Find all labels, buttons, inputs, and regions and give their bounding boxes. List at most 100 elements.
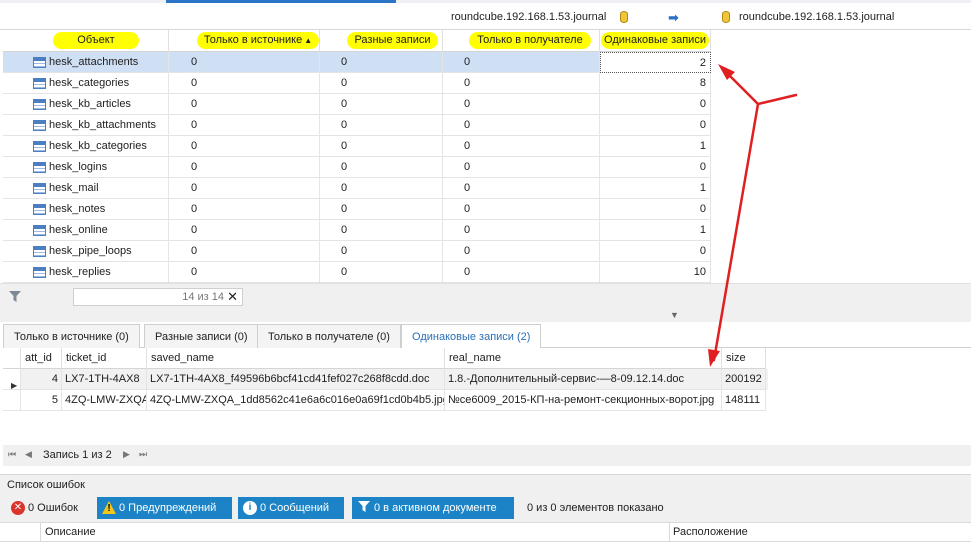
last-record-icon[interactable]: ⏭ — [139, 449, 147, 460]
table-row[interactable]: hesk_kb_categories 0 0 0 1 — [3, 136, 711, 157]
object-name: hesk_pipe_loops — [49, 245, 132, 257]
target-db-name: roundcube.192.168.1.53.journal — [739, 11, 895, 23]
error-list-body — [0, 542, 971, 555]
table-icon — [33, 57, 46, 68]
only-target-cell: 0 — [443, 157, 600, 178]
source-database-icon — [620, 11, 628, 23]
identical-cell: 1 — [600, 178, 711, 199]
col-only-source-text: Только в источнике — [203, 34, 303, 46]
only-target-cell: 0 — [443, 115, 600, 136]
object-name: hesk_replies — [49, 266, 111, 278]
active-document-filter-button[interactable]: 0 в активном документе — [352, 497, 514, 519]
row-indicator-cell[interactable] — [3, 390, 21, 411]
only-source-cell: 0 — [169, 73, 320, 94]
object-name: hesk_mail — [49, 182, 99, 194]
tab-only-source[interactable]: Только в источнике (0) — [3, 324, 140, 348]
filter-input[interactable]: 14 из 14 ✕ — [73, 288, 243, 306]
col-only-source[interactable]: Только в источнике ▲ — [169, 30, 320, 52]
table-row[interactable]: hesk_kb_articles 0 0 0 0 — [3, 94, 711, 115]
col-different[interactable]: Разные записи — [320, 30, 443, 52]
record-navigator: ⏮ ◀ Запись 1 из 2 ▶ ⏭ — [3, 445, 971, 466]
table-row[interactable]: hesk_kb_attachments 0 0 0 0 — [3, 115, 711, 136]
col-identical[interactable]: Одинаковые записи — [600, 30, 711, 52]
row-indicator-header — [3, 348, 21, 369]
object-name: hesk_kb_attachments — [49, 119, 157, 131]
first-record-icon[interactable]: ⏮ — [8, 449, 16, 460]
table-icon — [33, 162, 46, 173]
next-record-icon[interactable]: ▶ — [123, 449, 130, 460]
table-row[interactable]: hesk_categories 0 0 0 8 — [3, 73, 711, 94]
identical-cell: 10 — [600, 262, 711, 283]
att-id-cell: 5 — [21, 390, 62, 411]
collapse-chevron-icon[interactable]: ▼ — [670, 310, 679, 320]
annotation-arrow-to-count — [722, 68, 760, 106]
table-row[interactable]: hesk_logins 0 0 0 0 — [3, 157, 711, 178]
error-list-toolbar: ✕ 0 Ошибок ! 0 Предупреждений i0 Сообщений… — [0, 494, 971, 522]
panel-splitter[interactable]: ▼ — [0, 309, 971, 322]
only-target-cell: 0 — [443, 241, 600, 262]
prev-record-icon[interactable]: ◀ — [25, 449, 32, 460]
tab-only-target[interactable]: Только в получателе (0) — [257, 324, 401, 348]
col-location[interactable]: Расположение — [673, 526, 748, 538]
col-only-source-label: Только в источнике ▲ — [197, 32, 319, 49]
only-source-cell: 0 — [169, 157, 320, 178]
info-icon: i — [243, 501, 257, 515]
object-name: hesk_attachments — [49, 56, 139, 68]
col-ticket-id[interactable]: ticket_id — [62, 348, 147, 369]
table-row[interactable]: hesk_pipe_loops 0 0 0 0 — [3, 241, 711, 262]
only-source-cell: 0 — [169, 262, 320, 283]
col-description[interactable]: Описание — [45, 526, 96, 538]
ticket-id-cell: 4ZQ-LMW-ZXQA — [62, 390, 147, 411]
detail-tabs: Только в источнике (0) Разные записи (0)… — [3, 322, 971, 349]
table-row[interactable]: hesk_mail 0 0 0 1 — [3, 178, 711, 199]
real-name-cell: 1.8.-Дополнительный-сервис-—8-09.12.14.d… — [445, 369, 722, 390]
object-cell: hesk_pipe_loops — [3, 241, 169, 262]
error-list-header: Описание Расположение — [0, 522, 971, 543]
col-size[interactable]: size — [722, 348, 766, 369]
messages-filter-button[interactable]: i0 Сообщений — [238, 497, 344, 519]
tab-identical[interactable]: Одинаковые записи (2) — [401, 324, 542, 349]
size-cell: 200192 — [722, 369, 766, 390]
only-source-cell: 0 — [169, 220, 320, 241]
object-cell: hesk_notes — [3, 199, 169, 220]
error-icon: ✕ — [11, 501, 25, 515]
warnings-filter-button[interactable]: ! 0 Предупреждений — [97, 497, 232, 519]
col-att-id[interactable]: att_id — [21, 348, 62, 369]
col-object[interactable]: Объект — [3, 30, 169, 52]
errors-filter-button[interactable]: ✕ 0 Ошибок — [6, 497, 84, 519]
table-row[interactable]: hesk_attachments 0 0 0 2 — [3, 52, 711, 73]
different-cell: 0 — [320, 157, 443, 178]
active-document-filter-label: 0 в активном документе — [374, 502, 497, 514]
object-cell: hesk_kb_categories — [3, 136, 169, 157]
object-cell: hesk_kb_attachments — [3, 115, 169, 136]
filter-icon[interactable] — [9, 291, 21, 302]
only-source-cell: 0 — [169, 136, 320, 157]
table-row[interactable]: hesk_replies 0 0 0 10 — [3, 262, 711, 283]
col-different-label: Разные записи — [347, 32, 438, 49]
object-cell: hesk_mail — [3, 178, 169, 199]
clear-filter-icon[interactable]: ✕ — [227, 289, 238, 305]
object-cell: hesk_kb_articles — [3, 94, 169, 115]
row-indicator-cell[interactable]: ▶ — [3, 369, 21, 390]
only-target-cell: 0 — [443, 178, 600, 199]
col-saved-name[interactable]: saved_name — [147, 348, 445, 369]
table-row[interactable]: hesk_online 0 0 0 1 — [3, 220, 711, 241]
tab-different[interactable]: Разные записи (0) — [144, 324, 259, 348]
only-source-cell: 0 — [169, 115, 320, 136]
table-icon — [33, 141, 46, 152]
only-target-cell: 0 — [443, 262, 600, 283]
only-target-cell: 0 — [443, 52, 600, 73]
error-list-title-text: Список ошибок — [7, 479, 85, 491]
different-cell: 0 — [320, 199, 443, 220]
column-separator — [669, 523, 670, 543]
table-icon — [33, 183, 46, 194]
ticket-id-cell: LX7-1TH-4AX8 — [62, 369, 147, 390]
col-real-name[interactable]: real_name — [445, 348, 722, 369]
table-row[interactable]: ▶ 4 LX7-1TH-4AX8 LX7-1TH-4AX8_f49596b6bcf41… — [3, 369, 768, 390]
identical-cell: 0 — [600, 157, 711, 178]
table-row[interactable]: 5 4ZQ-LMW-ZXQA 4ZQ-LMW-ZXQA_1dd8562c41e6a6… — [3, 390, 768, 411]
table-row[interactable]: hesk_notes 0 0 0 0 — [3, 199, 711, 220]
col-only-target[interactable]: Только в получателе — [443, 30, 600, 52]
object-cell: hesk_attachments — [3, 52, 169, 73]
different-cell: 0 — [320, 178, 443, 199]
